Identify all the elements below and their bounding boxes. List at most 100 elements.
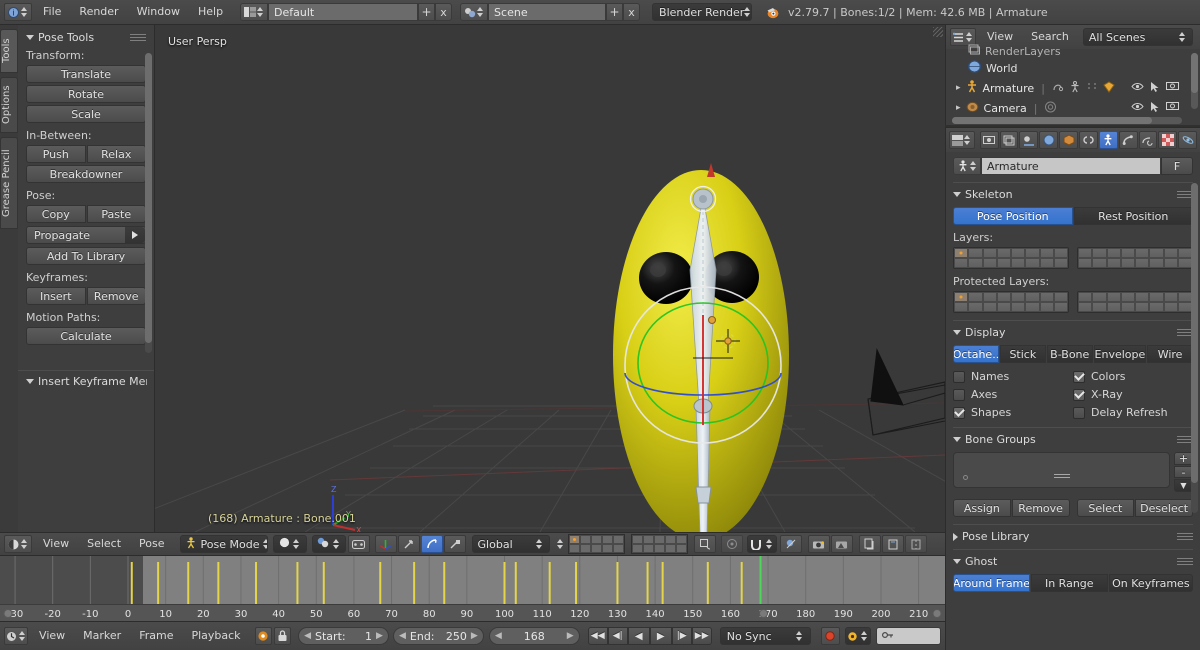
protected-layers-group-2[interactable] <box>1077 291 1193 313</box>
frame-increment-arrow-icon[interactable]: ▶ <box>567 631 574 641</box>
play-reverse-button[interactable]: ◀ <box>627 627 650 645</box>
end-frame-field[interactable]: ◀ End: 250 ▶ <box>392 627 484 645</box>
viewport-menu-view[interactable]: View <box>34 533 78 555</box>
pivot-spinner[interactable] <box>331 536 340 552</box>
play-button[interactable]: ▶ <box>649 627 672 645</box>
checkbox-axes[interactable]: Axes <box>953 388 1073 401</box>
scene-datablock-icon[interactable] <box>460 3 489 21</box>
properties-scrollbar[interactable] <box>1191 183 1198 513</box>
checkbox-shapes[interactable]: Shapes <box>953 406 1073 419</box>
datablock-spinner[interactable] <box>969 157 978 175</box>
viewport-canvas[interactable]: Z Y X <box>155 25 945 532</box>
propagate-menu-arrow-icon[interactable] <box>125 227 145 243</box>
timeline-menu-playback[interactable]: Playback <box>182 625 249 647</box>
jump-to-start-button[interactable]: ◀◀ <box>587 627 608 645</box>
orientation-spinner[interactable] <box>535 536 544 552</box>
eye-icon[interactable] <box>1131 81 1144 96</box>
panel-header-skeleton[interactable]: Skeleton <box>953 182 1193 201</box>
snap-spinner[interactable] <box>764 536 773 552</box>
armature-data-icon[interactable] <box>1069 80 1081 96</box>
jump-to-end-button[interactable]: ▶▶ <box>691 627 712 645</box>
relax-button[interactable]: Relax <box>86 145 146 163</box>
viewport-menu-select[interactable]: Select <box>78 533 130 555</box>
current-frame-field[interactable]: ◀ 168 ▶ <box>488 627 580 645</box>
constraints-tab[interactable] <box>1078 131 1098 149</box>
screen-layout-spinner[interactable] <box>256 3 265 21</box>
object-tab[interactable] <box>1059 131 1078 149</box>
outliner-hscrollbar-thumb[interactable] <box>952 117 1152 124</box>
panel-header-pose-tools[interactable]: Pose Tools <box>26 31 146 44</box>
editor-type-spinner[interactable] <box>17 627 26 645</box>
timeline-canvas[interactable] <box>0 556 945 604</box>
shading-spinner[interactable] <box>292 536 301 552</box>
menu-render[interactable]: Render <box>70 1 127 23</box>
calculate-paths-button[interactable]: Calculate <box>26 327 146 345</box>
protected-layers-group-1[interactable] <box>953 291 1069 313</box>
deselect-bone-group-button[interactable]: Deselect <box>1135 499 1193 517</box>
scene-layers-widget[interactable] <box>567 534 625 554</box>
jump-prev-keyframe-button[interactable]: ◀| <box>607 627 628 645</box>
add-screen-layout-button[interactable]: + <box>418 3 436 21</box>
start-decrement-arrow-icon[interactable]: ◀ <box>304 631 311 641</box>
panel-header-insert-keyframe-menu[interactable]: Insert Keyframe Menu <box>26 375 147 388</box>
ghost-around-frame-button[interactable]: Around Frame <box>953 574 1030 592</box>
timeline-view-handle[interactable] <box>759 609 769 618</box>
interaction-mode-select[interactable]: Pose Mode <box>179 535 268 553</box>
ghost-on-keyframes-button[interactable]: On Keyframes <box>1108 574 1194 592</box>
display-type-envelope[interactable]: Envelope <box>1093 345 1147 363</box>
manipulate-center-points-icon[interactable] <box>347 535 370 553</box>
bone-groups-list[interactable] <box>953 452 1170 488</box>
display-type-wire[interactable]: Wire <box>1147 345 1194 363</box>
mode-spinner[interactable] <box>263 536 267 552</box>
manipulator-toggle-icon[interactable] <box>374 535 397 553</box>
display-type-bbone[interactable]: B-Bone <box>1046 345 1093 363</box>
armature-layers-group-2[interactable] <box>1077 247 1193 269</box>
outliner-row-world[interactable]: World <box>946 59 1018 77</box>
xray-checkbox-box[interactable] <box>1073 388 1085 401</box>
timeline-menu-marker[interactable]: Marker <box>74 625 130 647</box>
timeline-scroll-handle-left[interactable] <box>3 609 13 618</box>
ghost-in-range-button[interactable]: In Range <box>1030 574 1108 592</box>
rest-position-button[interactable]: Rest Position <box>1073 207 1193 225</box>
viewport-menu-pose[interactable]: Pose <box>130 533 173 555</box>
rotate-manipulator-icon[interactable] <box>420 535 443 553</box>
assign-bone-group-button[interactable]: Assign <box>953 499 1011 517</box>
panel-header-display[interactable]: Display <box>953 320 1193 339</box>
screen-layout-name[interactable]: Default <box>268 3 419 21</box>
auto-keyframe-record-icon[interactable] <box>820 627 840 645</box>
fake-user-button[interactable]: F <box>1161 157 1193 175</box>
bone-icon[interactable] <box>1086 81 1098 95</box>
timeline-menu-view[interactable]: View <box>30 625 74 647</box>
shapes-checkbox-box[interactable] <box>953 406 965 419</box>
paste-pose-icon[interactable] <box>881 535 904 553</box>
panel-header-ghost[interactable]: Ghost <box>953 549 1193 568</box>
only-selected-channels-icon[interactable] <box>254 627 272 645</box>
properties-scrollbar-thumb[interactable] <box>1191 183 1198 483</box>
menu-help[interactable]: Help <box>189 1 232 23</box>
scene-layers-widget-second[interactable] <box>630 534 688 554</box>
proportional-edit-icon[interactable] <box>720 535 743 553</box>
pose-position-button[interactable]: Pose Position <box>953 207 1073 225</box>
outliner-vertical-scrollbar[interactable] <box>1191 53 1198 109</box>
breakdowner-button[interactable]: Breakdowner <box>26 165 146 183</box>
3d-view-editor-type-icon[interactable] <box>4 535 32 553</box>
physics-tab[interactable] <box>1178 131 1198 149</box>
checkbox-xray[interactable]: X-Ray <box>1073 388 1193 401</box>
pivot-point-select[interactable] <box>311 535 346 553</box>
vtab-grease-pencil[interactable]: Grease Pencil <box>0 137 18 229</box>
display-mode-spinner[interactable] <box>1178 29 1187 45</box>
timeline-scroll-handle-right[interactable] <box>932 609 942 618</box>
panel-header-bone-groups[interactable]: Bone Groups <box>953 427 1193 446</box>
bone-tab[interactable] <box>1118 131 1138 149</box>
pose-icon[interactable] <box>1052 81 1064 95</box>
scene-tab[interactable] <box>1019 131 1039 149</box>
vtab-tools[interactable]: Tools <box>0 29 18 73</box>
render-engine-select[interactable]: Blender Render <box>652 3 753 21</box>
sync-mode-select[interactable]: No Sync <box>719 627 811 645</box>
remove-keyframe-button[interactable]: Remove <box>86 287 146 305</box>
viewport-shading-select[interactable] <box>272 535 307 553</box>
end-increment-arrow-icon[interactable]: ▶ <box>471 631 478 641</box>
screen-layout-icon[interactable] <box>240 3 269 21</box>
texture-tab[interactable] <box>1158 131 1178 149</box>
select-bone-group-button[interactable]: Select <box>1076 499 1135 517</box>
